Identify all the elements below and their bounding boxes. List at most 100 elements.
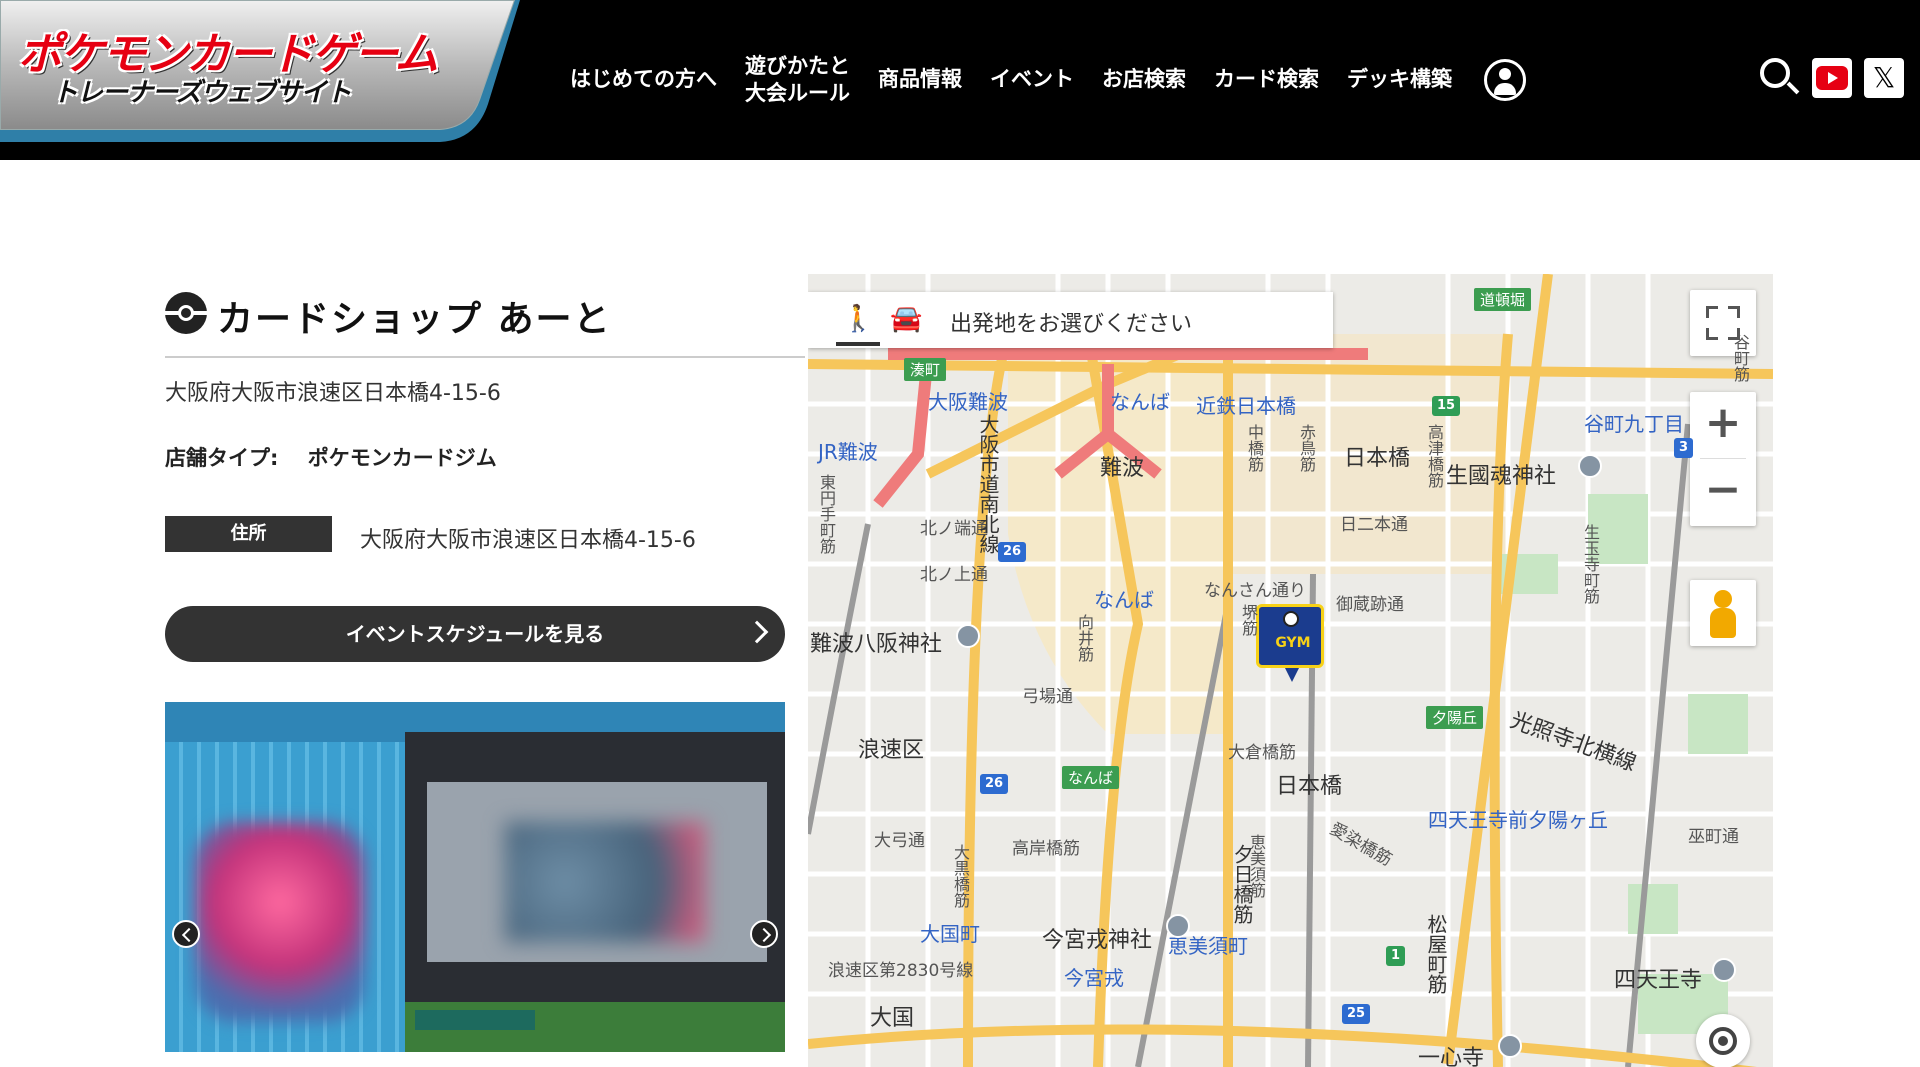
map-label: 生玉寺町筋 <box>1581 524 1600 604</box>
user-icon[interactable] <box>1484 59 1526 101</box>
zoom-control: + − <box>1690 392 1756 526</box>
map-label: JR難波 <box>818 440 878 464</box>
google-map[interactable]: 🚶 🚘 出発地をお選びください + − GYM 道頓堀 湊町 大阪難波 なんば … <box>808 274 1773 1067</box>
photo-mat <box>415 1010 535 1030</box>
map-label: 東円手町筋 <box>817 474 836 554</box>
route-shield: 25 <box>1342 1004 1371 1024</box>
site-logo[interactable]: ポケモンカードゲーム トレーナーズウェブサイト <box>0 0 520 142</box>
street-view-button[interactable] <box>1690 580 1756 646</box>
shop-address: 大阪府大阪市浪速区日本橋4-15-6 <box>165 381 501 406</box>
map-label: 松屋町筋 <box>1424 914 1448 994</box>
map-label: 日本橋 <box>1344 446 1411 471</box>
nav-shop-search[interactable]: お店検索 <box>1102 66 1186 93</box>
youtube-icon[interactable] <box>1812 58 1852 98</box>
map-label: 大黒橋筋 <box>951 844 970 908</box>
address-badge: 住所 <box>165 516 332 552</box>
map-label: 北ノ上通 <box>920 565 988 585</box>
address-value: 大阪府大阪市浪速区日本橋4-15-6 <box>360 528 696 553</box>
shop-name: カードショップ あーと <box>217 299 612 340</box>
map-label: 大倉橋筋 <box>1228 743 1296 763</box>
shrine-icon[interactable] <box>1166 914 1190 938</box>
nav-card-search[interactable]: カード検索 <box>1214 66 1319 93</box>
chevron-right-icon <box>745 620 769 644</box>
car-icon[interactable]: 🚘 <box>890 304 922 334</box>
map-label: 湊町 <box>904 358 947 381</box>
map-label: 弓場通 <box>1022 687 1073 707</box>
map-label: なんさん通り <box>1204 581 1306 601</box>
my-location-button[interactable] <box>1696 1014 1750 1067</box>
zoom-out-button[interactable]: − <box>1690 460 1756 526</box>
nav-rules-line2: 大会ルール <box>745 81 850 105</box>
nav-rules[interactable]: 遊びかたと 大会ルール <box>745 53 850 108</box>
pegman-body-icon <box>1710 608 1736 638</box>
temple-icon[interactable] <box>1712 958 1736 982</box>
route-shield: 26 <box>980 774 1009 794</box>
map-label: 中橋筋 <box>1245 424 1264 472</box>
shop-type-label: 店舗タイプ: <box>165 446 279 470</box>
map-label: 一心寺 <box>1418 1046 1485 1067</box>
zoom-in-button[interactable]: + <box>1690 392 1756 458</box>
photo-prev-button[interactable] <box>172 920 200 948</box>
map-label: 大阪難波 <box>928 390 1008 414</box>
map-label: 堺筋 <box>1239 604 1258 636</box>
nav-events[interactable]: イベント <box>990 66 1074 93</box>
map-label: 谷町九丁目 <box>1584 412 1684 436</box>
event-schedule-label: イベントスケジュールを見る <box>345 622 605 646</box>
shrine-icon[interactable] <box>956 624 980 648</box>
gym-map-marker[interactable]: GYM <box>1256 604 1324 668</box>
map-label: 浪速区 <box>858 738 925 763</box>
gym-marker-label: GYM <box>1275 635 1311 651</box>
map-label: 今宮戎 <box>1064 966 1124 990</box>
map-label: なんば <box>1094 588 1154 612</box>
route-shield: 3 <box>1674 438 1694 458</box>
map-label: 巫町通 <box>1688 827 1739 847</box>
route-shield: 26 <box>998 542 1027 562</box>
fullscreen-corner-icon <box>1706 306 1718 318</box>
map-label: 浪速区第2830号線 <box>828 961 974 981</box>
map-label: 難波八阪神社 <box>810 632 943 657</box>
zoom-divider <box>1700 458 1746 459</box>
map-label: 赤鳥筋 <box>1297 424 1316 472</box>
map-label: 大国 <box>870 1006 915 1031</box>
map-label: なんば <box>1110 390 1170 414</box>
nav-deck-builder[interactable]: デッキ構築 <box>1347 66 1452 93</box>
map-label: 谷町筋 <box>1731 334 1750 382</box>
map-label: 難波 <box>1100 456 1145 481</box>
youtube-play-shape <box>1816 66 1848 90</box>
nav-products[interactable]: 商品情報 <box>878 66 962 93</box>
map-label: 大弓通 <box>874 831 925 851</box>
shrine-icon[interactable] <box>1578 454 1602 478</box>
route-bar[interactable]: 🚶 🚘 出発地をお選びください <box>808 292 1333 348</box>
event-schedule-button[interactable]: イベントスケジュールを見る <box>165 606 785 662</box>
map-label: 向井筋 <box>1075 614 1094 662</box>
fullscreen-corner-icon <box>1706 328 1718 340</box>
map-label: 大国町 <box>920 922 980 946</box>
shop-type-row: 店舗タイプ: ポケモンカードジム <box>165 442 497 472</box>
search-icon[interactable] <box>1760 58 1790 88</box>
temple-icon[interactable] <box>1498 1034 1522 1058</box>
x-icon[interactable]: 𝕏 <box>1864 58 1904 98</box>
walk-icon[interactable]: 🚶 <box>842 304 874 334</box>
map-label: 御蔵跡通 <box>1336 595 1404 615</box>
route-shield: 1 <box>1386 946 1406 966</box>
nav-beginners[interactable]: はじめての方へ <box>570 66 717 93</box>
pokeball-icon <box>165 292 207 334</box>
route-mode-indicator <box>836 342 880 346</box>
map-label: 今宮戎神社 <box>1042 928 1153 953</box>
map-label: なんば <box>1062 766 1120 789</box>
nav-rules-line1: 遊びかたと <box>745 53 850 78</box>
map-label: 近鉄日本橋 <box>1196 394 1296 418</box>
route-shield: 15 <box>1432 396 1461 416</box>
map-label: 道頓堀 <box>1474 288 1532 311</box>
map-label: 四天王寺前夕陽ヶ丘 <box>1428 808 1608 832</box>
map-label: 日二本通 <box>1340 515 1408 535</box>
photo-poster-right <box>505 822 705 942</box>
pegman-head-icon <box>1714 590 1732 608</box>
route-prompt: 出発地をお選びください <box>950 312 1193 337</box>
map-label: 日本橋 <box>1276 774 1343 799</box>
map-label: 生國魂神社 <box>1446 464 1557 489</box>
shop-type-value: ポケモンカードジム <box>307 446 497 470</box>
photo-next-button[interactable] <box>750 920 778 948</box>
fullscreen-corner-icon <box>1728 306 1740 318</box>
site-header: ポケモンカードゲーム トレーナーズウェブサイト はじめての方へ 遊びかたと 大会… <box>0 0 1920 160</box>
